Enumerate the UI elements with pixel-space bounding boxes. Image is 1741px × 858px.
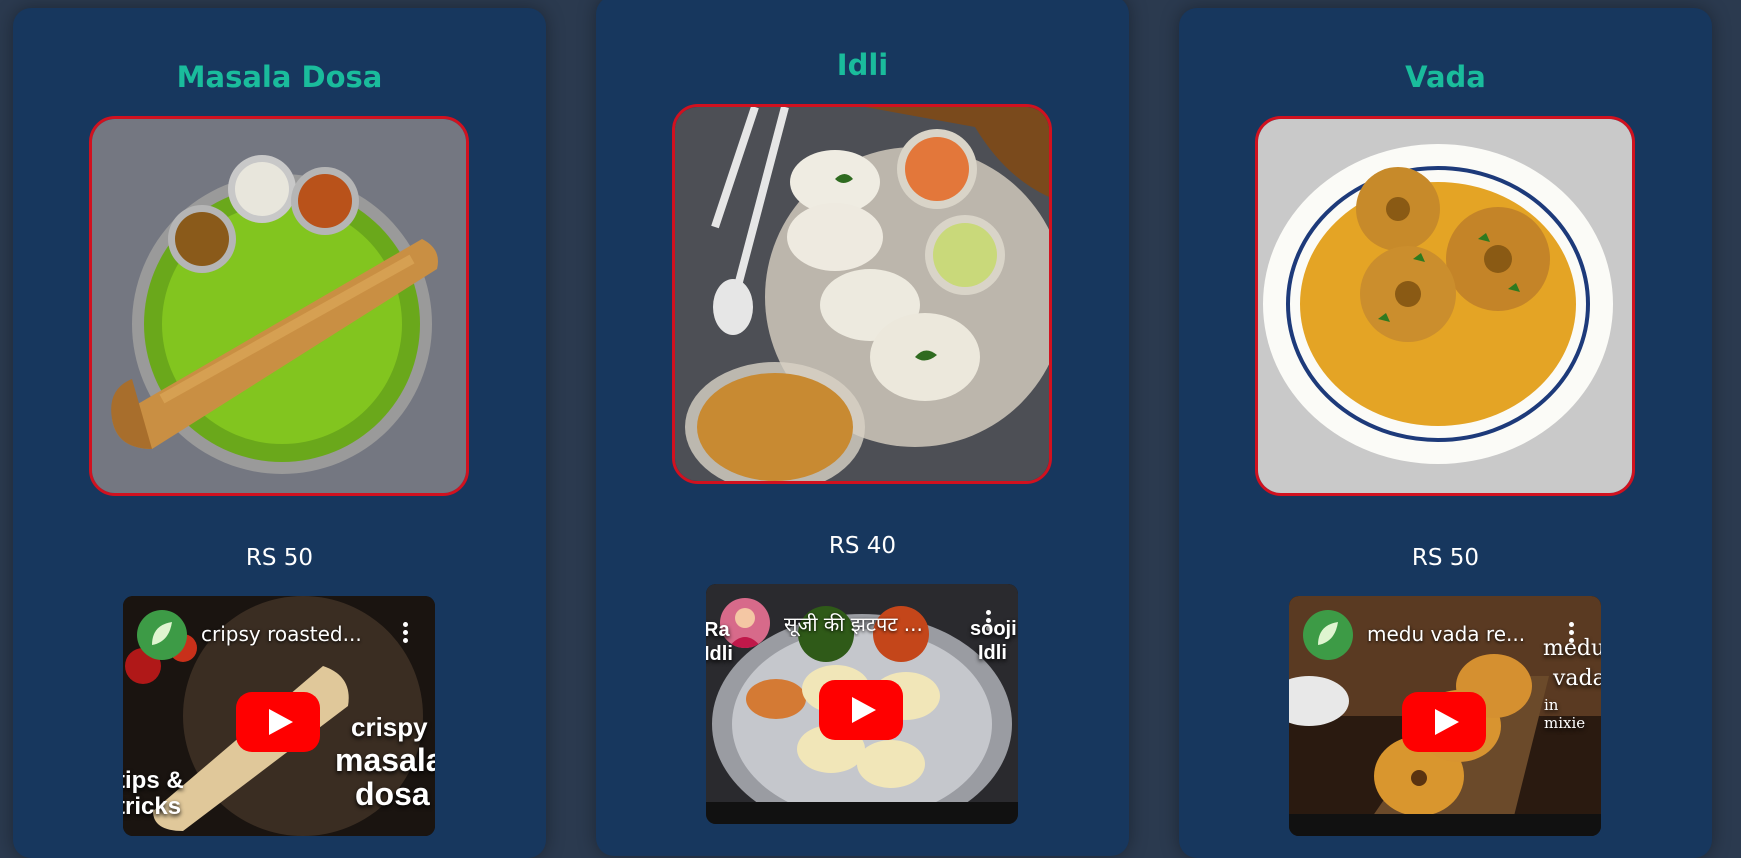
food-photo-idli: [672, 104, 1052, 484]
food-card-vada: Vada RS 50 medu vada re... medu vada in …: [1179, 8, 1712, 858]
idli-image: [675, 107, 1049, 481]
more-options-icon[interactable]: [403, 622, 409, 646]
video-overlay-text: medu: [1543, 636, 1601, 661]
food-price: RS 50: [1411, 545, 1480, 571]
video-overlay-text: crispy: [351, 712, 428, 742]
play-button-icon[interactable]: [1402, 692, 1486, 752]
play-button-icon[interactable]: [236, 692, 320, 752]
video-title[interactable]: cripsy roasted...: [201, 622, 381, 646]
masala-dosa-image: [92, 119, 466, 493]
video-overlay-text: tips & tricks: [123, 767, 184, 820]
channel-avatar[interactable]: [137, 610, 187, 660]
video-overlay-text: in mixie: [1544, 696, 1586, 732]
vada-image: [1258, 119, 1632, 493]
food-photo-masala-dosa: [89, 116, 469, 496]
food-card-masala-dosa: Masala Dosa RS 50 cripsy roasted... ips …: [13, 8, 546, 858]
food-photo-vada: [1255, 116, 1635, 496]
food-title: Masala Dosa: [176, 60, 383, 94]
video-overlay-text: Idli: [978, 642, 1007, 664]
channel-avatar[interactable]: [1303, 610, 1353, 660]
video-embed-masala-dosa[interactable]: cripsy roasted... tips & tricks crispy m…: [123, 596, 435, 836]
video-overlay-text: masala: [335, 742, 435, 778]
video-overlay-text: sooji: [970, 618, 1017, 640]
play-button-icon[interactable]: [819, 680, 903, 740]
food-price: RS 40: [828, 533, 897, 559]
video-title[interactable]: medu vada re...: [1367, 622, 1547, 646]
video-embed-vada[interactable]: medu vada re... medu vada in mixie: [1289, 596, 1601, 836]
food-card-idli: Idli RS 40 सूजी की झटपट ... Ra Idli sooj…: [596, 0, 1129, 856]
video-overlay-text: dosa: [355, 776, 430, 812]
video-title[interactable]: सूजी की झटपट ...: [784, 610, 964, 637]
food-price: RS 50: [245, 545, 314, 571]
food-title: Idli: [836, 48, 889, 82]
video-embed-idli[interactable]: सूजी की झटपट ... Ra Idli sooji Idli: [706, 584, 1018, 824]
video-overlay-text: vada: [1553, 666, 1601, 691]
food-title: Vada: [1405, 60, 1486, 94]
video-overlay-text: Ra Idli: [706, 619, 733, 665]
